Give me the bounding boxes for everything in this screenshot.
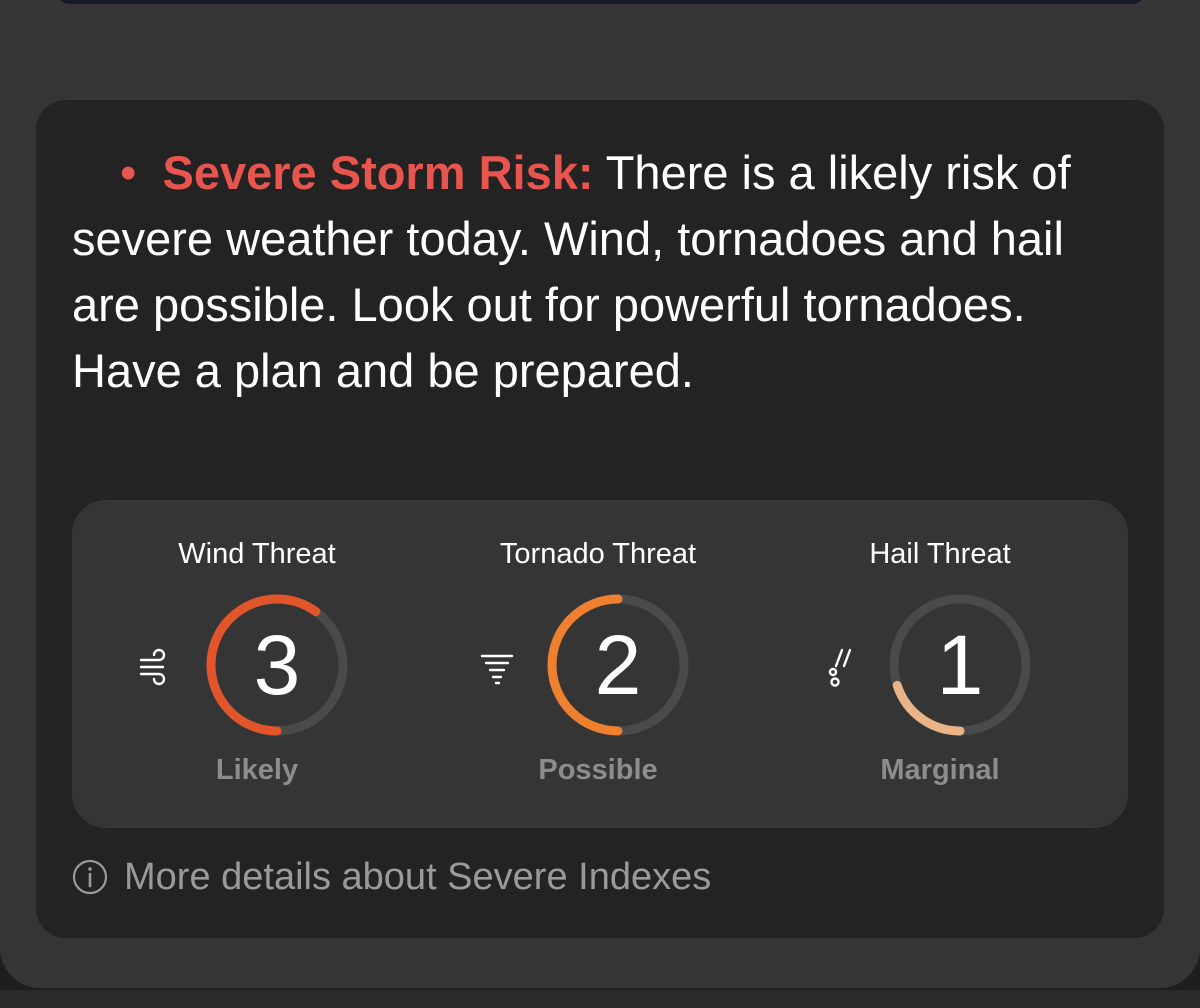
threat-level: Likely <box>215 754 299 786</box>
wind-threat-gauge: 3 <box>202 590 352 740</box>
tornado-icon <box>478 640 518 690</box>
more-details-label: More details about Severe Indexes <box>124 855 712 898</box>
risk-bullet: • <box>120 146 137 199</box>
threat-panel: Wind Threat 3 Likely Tornado Threat 2 Po… <box>72 500 1128 828</box>
wind-threat: Wind Threat 3 Likely <box>87 500 427 828</box>
hail-icon <box>820 640 860 690</box>
threat-title: Hail Threat <box>869 538 1011 570</box>
top-card-edge <box>56 0 1146 4</box>
hail-threat-gauge: 1 <box>885 590 1035 740</box>
bottom-divider <box>0 990 1200 1008</box>
info-icon <box>72 859 108 895</box>
threat-title: Tornado Threat <box>499 538 697 570</box>
threat-title: Wind Threat <box>178 538 336 570</box>
threat-value: 2 <box>594 618 642 712</box>
tornado-threat: Tornado Threat 2 Possible <box>428 500 768 828</box>
hail-threat: Hail Threat 1 Marginal <box>770 500 1110 828</box>
wind-icon <box>137 640 177 690</box>
threat-value: 1 <box>936 618 984 712</box>
tornado-threat-gauge: 2 <box>543 590 693 740</box>
more-details-link[interactable]: More details about Severe Indexes <box>72 852 711 902</box>
threat-value: 3 <box>253 618 301 712</box>
risk-label: Severe Storm Risk: <box>162 146 594 199</box>
severe-storm-risk-text: • Severe Storm Risk: There is a likely ri… <box>72 140 1132 404</box>
severe-storm-card: • Severe Storm Risk: There is a likely ri… <box>36 100 1164 938</box>
threat-level: Possible <box>538 754 658 786</box>
threat-level: Marginal <box>880 754 1000 786</box>
